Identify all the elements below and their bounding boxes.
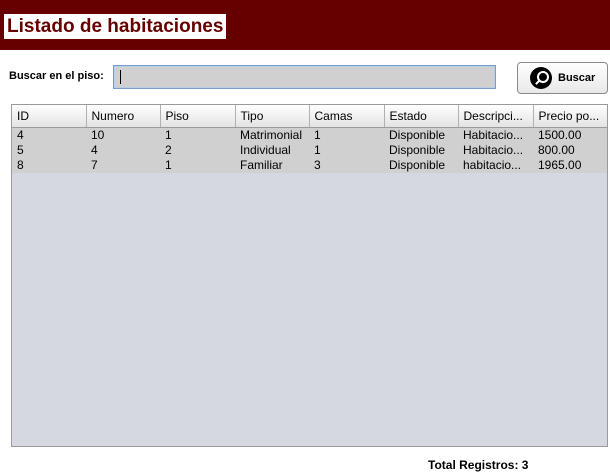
table-cell: 7 bbox=[86, 158, 160, 173]
search-button[interactable]: Buscar bbox=[517, 62, 608, 94]
column-header[interactable]: Precio po... bbox=[533, 105, 607, 128]
table-cell: 1 bbox=[309, 127, 384, 143]
column-header[interactable]: Tipo bbox=[235, 105, 310, 128]
column-header[interactable]: Numero bbox=[86, 105, 161, 128]
table-cell: habitacio... bbox=[458, 158, 533, 173]
table-cell: 1 bbox=[160, 127, 235, 143]
page-title: Listado de habitaciones bbox=[4, 14, 227, 39]
search-label: Buscar en el piso: bbox=[9, 70, 104, 82]
column-header[interactable]: ID bbox=[12, 105, 87, 128]
search-button-label: Buscar bbox=[558, 72, 596, 84]
table-cell: 3 bbox=[309, 158, 384, 173]
table-cell: Disponible bbox=[384, 127, 458, 143]
search-input[interactable] bbox=[113, 65, 496, 89]
table-cell: 5 bbox=[12, 143, 86, 158]
table-cell: 2 bbox=[160, 143, 235, 158]
table-cell: Habitacio... bbox=[458, 143, 533, 158]
table-cell: 1965.00 bbox=[533, 158, 607, 173]
column-header[interactable]: Camas bbox=[309, 105, 385, 128]
table-cell: Disponible bbox=[384, 143, 458, 158]
table-cell: Familiar bbox=[235, 158, 309, 173]
table-cell: 1 bbox=[160, 158, 235, 173]
column-header[interactable]: Estado bbox=[384, 105, 459, 128]
search-icon bbox=[530, 67, 552, 89]
table-cell: Individual bbox=[235, 143, 309, 158]
text-caret bbox=[120, 70, 121, 84]
table-cell: 4 bbox=[86, 143, 160, 158]
rooms-table[interactable]: ID Numero Piso Tipo Camas Estado Descrip… bbox=[11, 104, 608, 447]
table-header-row: ID Numero Piso Tipo Camas Estado Descrip… bbox=[12, 105, 607, 128]
table-cell: Disponible bbox=[384, 158, 458, 173]
column-header[interactable]: Descripci... bbox=[458, 105, 534, 128]
table-row[interactable]: 8 7 1 Familiar 3 Disponible habitacio...… bbox=[12, 158, 607, 173]
table-row[interactable]: 4 10 1 Matrimonial 1 Disponible Habitaci… bbox=[12, 127, 607, 143]
table-cell: Matrimonial bbox=[235, 127, 309, 143]
table-cell: 1 bbox=[309, 143, 384, 158]
table-cell: 8 bbox=[12, 158, 86, 173]
total-records: Total Registros: 3 bbox=[428, 458, 529, 472]
table-cell: 1500.00 bbox=[533, 127, 607, 143]
table-cell: 800.00 bbox=[533, 143, 607, 158]
table-cell: 10 bbox=[86, 127, 160, 143]
table-cell: 4 bbox=[12, 127, 86, 143]
column-header[interactable]: Piso bbox=[160, 105, 236, 128]
table-cell: Habitacio... bbox=[458, 127, 533, 143]
header-bar: Listado de habitaciones bbox=[0, 0, 610, 50]
table-row[interactable]: 5 4 2 Individual 1 Disponible Habitacio.… bbox=[12, 143, 607, 158]
